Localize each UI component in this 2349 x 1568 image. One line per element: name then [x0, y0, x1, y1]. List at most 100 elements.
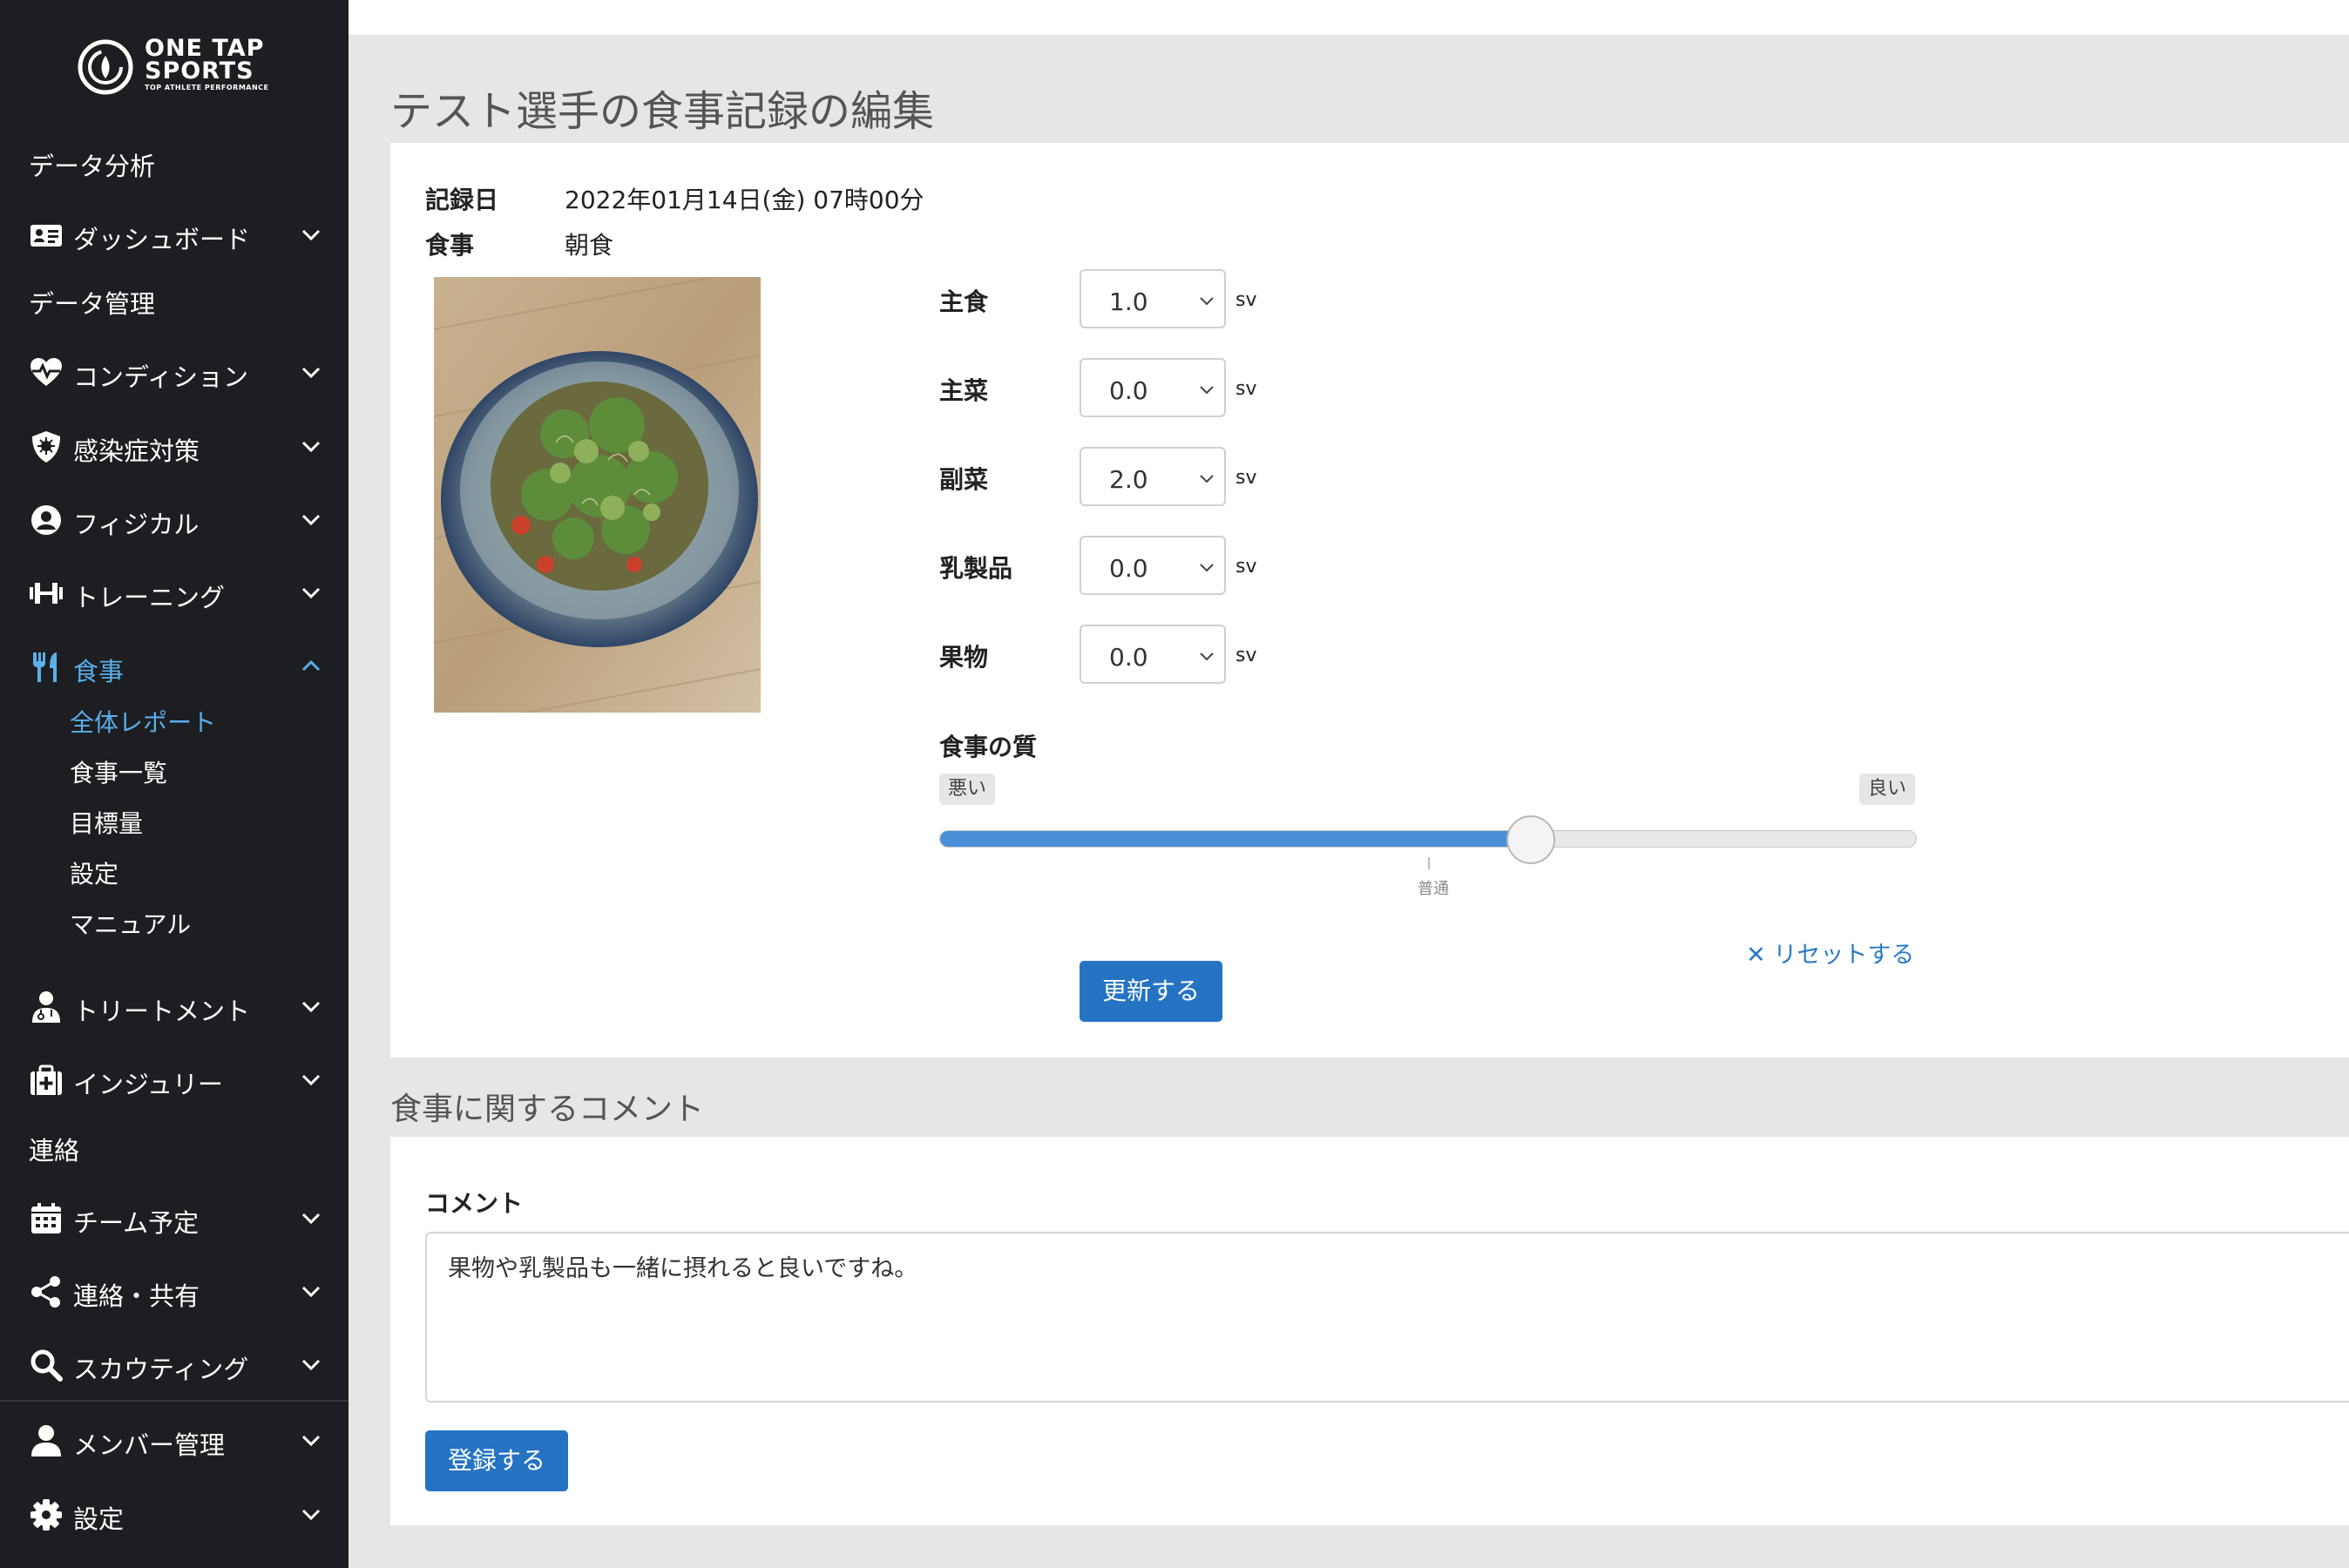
slider-thumb[interactable] — [1506, 815, 1555, 864]
reset-link[interactable]: ✕ リセットする — [1746, 936, 1914, 970]
chevron-down-icon — [301, 1001, 321, 1013]
sidebar-divider — [0, 1400, 349, 1402]
sidebar-subitem-target[interactable]: 目標量 — [70, 805, 143, 840]
sidebar-item-scouting[interactable]: スカウティング — [0, 1334, 349, 1395]
serving-label-dairy: 乳製品 — [939, 554, 1013, 583]
sidebar-item-dashboard[interactable]: ダッシュボード — [0, 204, 349, 265]
search-icon — [30, 1349, 63, 1382]
quality-max-badge: 良い — [1859, 774, 1916, 805]
chevron-up-icon — [301, 659, 321, 672]
chevron-down-icon — [1200, 297, 1214, 306]
chevron-down-icon — [301, 441, 321, 453]
sidebar-subitem-meal-list[interactable]: 食事一覧 — [70, 754, 167, 789]
chevron-down-icon — [1200, 475, 1214, 483]
sidebar-item-team-schedule[interactable]: チーム予定 — [0, 1187, 349, 1248]
sidebar-item-label: 連絡・共有 — [73, 1281, 200, 1311]
sidebar-item-settings[interactable]: 設定 — [0, 1484, 349, 1544]
update-button[interactable]: 更新する — [1080, 961, 1222, 1022]
user-icon — [31, 1425, 61, 1456]
sidebar-item-label: メンバー管理 — [73, 1430, 226, 1460]
brand-logo-icon — [78, 39, 133, 95]
chevron-down-icon — [301, 229, 321, 241]
section-title-analysis: データ分析 — [29, 152, 156, 181]
serving-label-staple: 主食 — [939, 287, 989, 316]
heart-pulse-icon — [30, 358, 62, 386]
sidebar-subitem-settings[interactable]: 設定 — [70, 855, 118, 890]
comment-section-title: 食事に関するコメント — [390, 1092, 705, 1127]
sidebar-item-label: コンディション — [73, 362, 248, 392]
sidebar-item-label: 設定 — [73, 1504, 125, 1534]
comment-label: コメント — [425, 1189, 524, 1218]
chevron-down-icon — [301, 367, 321, 379]
meal-quality-label: 食事の質 — [939, 733, 1038, 761]
serving-select-staple[interactable]: 1.0 — [1080, 269, 1226, 328]
serving-select-dairy[interactable]: 0.0 — [1080, 536, 1226, 595]
sidebar-item-label: トレーニング — [73, 583, 226, 612]
select-value: 1.0 — [1109, 287, 1148, 316]
select-value: 0.0 — [1109, 376, 1148, 405]
sidebar-item-injury[interactable]: インジュリー — [0, 1049, 349, 1110]
slider-mid-label: 普通 — [1418, 880, 1449, 898]
serving-unit: sv — [1235, 645, 1257, 666]
chevron-down-icon — [1200, 652, 1214, 661]
chevron-down-icon — [301, 1286, 321, 1298]
sidebar-item-contact-share[interactable]: 連絡・共有 — [0, 1260, 349, 1321]
shield-virus-icon — [32, 431, 60, 463]
brand-logo[interactable]: ONE TAP SPORTS TOP ATHLETE PERFORMANCE — [77, 35, 286, 99]
sidebar-item-label: ダッシュボード — [73, 225, 251, 254]
chevron-down-icon — [301, 587, 321, 599]
sidebar-subitem-manual[interactable]: マニュアル — [70, 906, 191, 941]
chevron-down-icon — [301, 514, 321, 526]
sidebar-subitem-overall-report[interactable]: 全体レポート — [70, 704, 216, 739]
utensils-icon — [33, 652, 57, 682]
register-button[interactable]: 登録する — [425, 1430, 568, 1491]
chevron-down-icon — [301, 1435, 321, 1447]
meal-type-label: 食事 — [425, 231, 475, 260]
brand-name-line2: SPORTS — [145, 57, 254, 84]
meal-type-value: 朝食 — [565, 231, 614, 260]
chevron-down-icon — [301, 1359, 321, 1371]
user-doctor-icon — [32, 991, 60, 1023]
id-card-icon — [30, 225, 62, 247]
gear-icon — [30, 1499, 62, 1531]
user-circle-icon — [31, 505, 61, 535]
chevron-down-icon — [301, 1213, 321, 1225]
serving-unit: sv — [1235, 289, 1257, 311]
serving-unit: sv — [1235, 556, 1257, 578]
record-date-value: 2022年01月14日(金) 07時00分 — [565, 186, 924, 214]
sidebar-item-label: トリートメント — [73, 997, 251, 1026]
chevron-down-icon — [1200, 564, 1214, 572]
sidebar-item-label: 感染症対策 — [73, 436, 200, 466]
select-value: 0.0 — [1109, 643, 1148, 672]
serving-label-side-dish: 副菜 — [939, 465, 989, 494]
sidebar-item-condition[interactable]: コンディション — [0, 341, 349, 402]
sidebar-item-training[interactable]: トレーニング — [0, 562, 349, 623]
sidebar: ONE TAP SPORTS TOP ATHLETE PERFORMANCE デ… — [0, 0, 349, 1568]
comment-textarea[interactable]: 果物や乳製品も一緒に摂れると良いですね。 — [425, 1232, 2349, 1402]
meal-quality-slider[interactable] — [939, 830, 1917, 848]
sidebar-item-label: インジュリー — [73, 1070, 223, 1099]
slider-fill — [940, 831, 1532, 847]
dumbbell-icon — [30, 583, 63, 604]
serving-unit: sv — [1235, 378, 1257, 400]
medical-kit-icon — [30, 1064, 62, 1095]
serving-select-fruit[interactable]: 0.0 — [1080, 625, 1226, 684]
sidebar-item-treatment[interactable]: トリートメント — [0, 976, 349, 1037]
sidebar-item-physical[interactable]: フィジカル — [0, 489, 349, 550]
select-value: 2.0 — [1109, 465, 1148, 494]
sidebar-item-meal[interactable]: 食事 — [0, 636, 349, 697]
section-title-data: データ管理 — [29, 289, 156, 319]
sidebar-item-infection-control[interactable]: 感染症対策 — [0, 416, 349, 476]
sidebar-item-member-management[interactable]: メンバー管理 — [0, 1409, 349, 1470]
serving-select-main-dish[interactable]: 0.0 — [1080, 358, 1226, 417]
serving-select-side-dish[interactable]: 2.0 — [1080, 447, 1226, 506]
meal-photo[interactable] — [434, 277, 761, 713]
record-date-label: 記録日 — [425, 186, 499, 214]
select-value: 0.0 — [1109, 554, 1148, 583]
quality-min-badge: 悪い — [939, 774, 996, 805]
serving-label-main-dish: 主菜 — [939, 376, 989, 405]
slider-mid-tick — [1428, 857, 1430, 869]
comment-text: 果物や乳製品も一緒に摂れると良いですね。 — [448, 1255, 918, 1282]
sidebar-item-label: スカウティング — [73, 1355, 249, 1384]
brand-tagline: TOP ATHLETE PERFORMANCE — [145, 84, 269, 91]
